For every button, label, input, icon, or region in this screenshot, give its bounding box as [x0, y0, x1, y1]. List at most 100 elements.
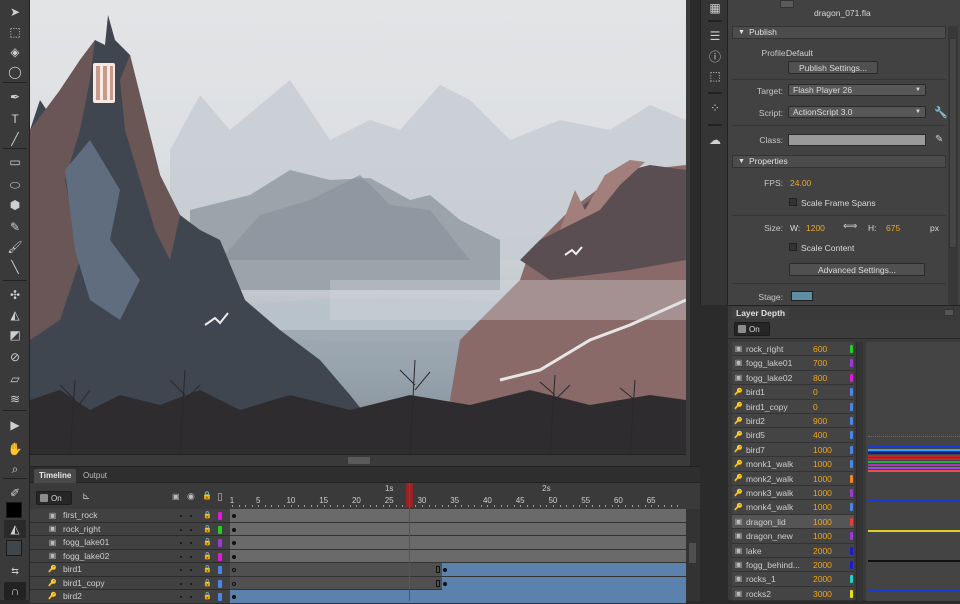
line-tool-button[interactable]: ╱ [4, 130, 26, 148]
width-tool-button[interactable]: ≋ [4, 390, 26, 408]
fps-value[interactable]: 24.00 [790, 178, 811, 188]
fill-color-icon[interactable]: ◭ [4, 520, 26, 538]
keyframe[interactable] [232, 541, 236, 545]
keyframe[interactable] [232, 581, 236, 586]
visibility-dot[interactable] [180, 555, 182, 558]
depth-value[interactable]: 800 [813, 373, 827, 383]
depth-value[interactable]: 1000 [813, 488, 832, 498]
wrench-icon[interactable]: 🔧 [934, 106, 948, 119]
layer-color-chip[interactable] [218, 552, 222, 561]
lock-icon[interactable]: 🔒 [203, 525, 212, 533]
eye-dot[interactable] [190, 515, 192, 517]
layer-color-chip[interactable] [218, 539, 222, 547]
eye-dot[interactable] [190, 555, 192, 558]
layer-depth-row[interactable]: ▣ rocks2 3000 [732, 586, 854, 602]
layer-row[interactable]: ▣ first_rock 🔒 [30, 509, 230, 523]
tween-span[interactable] [441, 576, 686, 590]
eye-dot[interactable] [190, 596, 192, 598]
visibility-dot[interactable] [180, 542, 182, 544]
visibility-dot[interactable] [180, 528, 182, 531]
depth-value[interactable]: 2000 [813, 574, 832, 584]
keyframe[interactable] [232, 595, 236, 599]
keyframe[interactable] [442, 568, 447, 572]
pen-tool-button[interactable]: ✒ [4, 88, 26, 106]
stage-vertical-scrollbar[interactable] [686, 0, 690, 466]
scrollbar-thumb[interactable] [689, 543, 696, 563]
publish-settings-button[interactable]: Publish Settings... [788, 61, 878, 74]
scale-content-checkbox[interactable] [789, 243, 797, 251]
depth-value[interactable]: 1000 [813, 459, 832, 469]
eyedropper-tool-button[interactable]: ⊘ [4, 348, 26, 366]
keyframe[interactable] [442, 581, 447, 586]
layer-depth-row[interactable]: ▣ rock_right 600 [732, 342, 854, 357]
frame-row[interactable] [230, 576, 686, 590]
layer-depth-on-toggle[interactable]: On [734, 322, 770, 336]
scale-frame-spans-checkbox[interactable] [789, 198, 797, 206]
ink-bottle-tool-button[interactable]: ◩ [4, 326, 26, 344]
depth-value[interactable]: 0 [813, 402, 818, 412]
bone-tool-button[interactable]: ✣ [4, 286, 26, 304]
layer-depth-row[interactable]: ▣ fogg_lake01 700 [732, 356, 854, 371]
layer-color-chip[interactable] [218, 512, 222, 520]
keyframe[interactable] [232, 527, 236, 532]
paint-bucket-tool-button[interactable]: ◭ [4, 306, 26, 324]
depth-value[interactable]: 2000 [813, 546, 832, 556]
stroke-color-swatch[interactable] [6, 502, 22, 518]
brush-tool-button[interactable]: ╲ [4, 258, 26, 276]
depth-value[interactable]: 700 [813, 358, 827, 368]
tab-output[interactable]: Output [78, 469, 112, 483]
stage-color-swatch[interactable] [791, 291, 813, 301]
keyframe[interactable] [232, 568, 236, 572]
class-input[interactable] [788, 134, 926, 146]
target-select[interactable]: Flash Player 26 ▼ [788, 84, 926, 96]
lock-icon[interactable]: 🔒 [203, 592, 212, 600]
creative-cloud-icon[interactable]: ☁ [706, 132, 724, 148]
depth-value[interactable]: 1000 [813, 531, 832, 541]
layer-depth-row[interactable]: ▣ dragon_lid 1000 [732, 514, 854, 530]
lock-icon[interactable]: 🔒 [203, 552, 212, 560]
layer-depth-row[interactable]: 🔑 monk1_walk 1000 [732, 457, 854, 472]
publish-section-header[interactable]: ▼ Publish [732, 26, 946, 39]
layer-depth-row[interactable]: 🔑 bird2 900 [732, 414, 854, 429]
depth-value[interactable]: 600 [813, 344, 827, 354]
properties-scrollbar[interactable] [948, 26, 958, 305]
timeline-scrollbar[interactable] [686, 509, 700, 601]
camera-tool-button[interactable]: ▶ [4, 416, 26, 434]
frame-row[interactable] [230, 549, 686, 563]
keyframe[interactable] [232, 554, 236, 559]
depth-value[interactable]: 3000 [813, 589, 832, 599]
visibility-dot[interactable] [180, 596, 182, 598]
eye-dot[interactable] [190, 542, 192, 544]
paint-brush-tool-button[interactable]: 🖌 [4, 238, 26, 256]
depth-value[interactable]: 1000 [813, 517, 832, 527]
layer-row[interactable]: 🔑 bird1 🔒 [30, 563, 230, 577]
eraser-tool-button[interactable]: ▱ [4, 370, 26, 388]
layer-depth-row[interactable]: 🔑 monk4_walk 1000 [732, 500, 854, 515]
eye-dot[interactable] [190, 528, 192, 531]
layer-depth-row[interactable]: ▣ fogg_lake02 800 [732, 370, 854, 386]
depth-value[interactable]: 0 [813, 387, 818, 397]
eye-dot[interactable] [190, 569, 192, 571]
layer-depth-row[interactable]: 🔑 bird5 400 [732, 428, 854, 443]
tab-timeline[interactable]: Timeline [34, 469, 77, 483]
frame-row[interactable] [230, 590, 686, 604]
layer-depth-row[interactable]: ▣ fogg_behind... 2000 [732, 558, 854, 573]
lock-icon[interactable]: 🔒 [203, 511, 212, 519]
layer-depth-toggle[interactable]: On [36, 491, 72, 505]
layer-depth-row[interactable]: 🔑 monk2_walk 1000 [732, 471, 854, 486]
layer-row[interactable]: 🔑 bird1_copy 🔒 [30, 576, 230, 590]
frame-row[interactable] [230, 536, 686, 550]
visibility-dot[interactable] [180, 569, 182, 571]
link-dimensions-icon[interactable]: ⟺ [843, 221, 857, 232]
depth-value[interactable]: 1000 [813, 502, 832, 512]
subselection-tool-button[interactable]: ⬚ [4, 23, 26, 41]
visibility-dot[interactable] [180, 515, 182, 517]
tween-span[interactable] [441, 563, 686, 576]
library-icon[interactable]: ▦ [706, 0, 724, 16]
playhead[interactable] [408, 483, 410, 601]
layer-color-chip[interactable] [218, 566, 222, 574]
layer-color-chip[interactable] [218, 579, 222, 588]
layer-depth-row[interactable]: ▣ rocks_1 2000 [732, 572, 854, 587]
outline-icon[interactable] [218, 493, 222, 501]
stage-canvas[interactable] [30, 0, 686, 454]
